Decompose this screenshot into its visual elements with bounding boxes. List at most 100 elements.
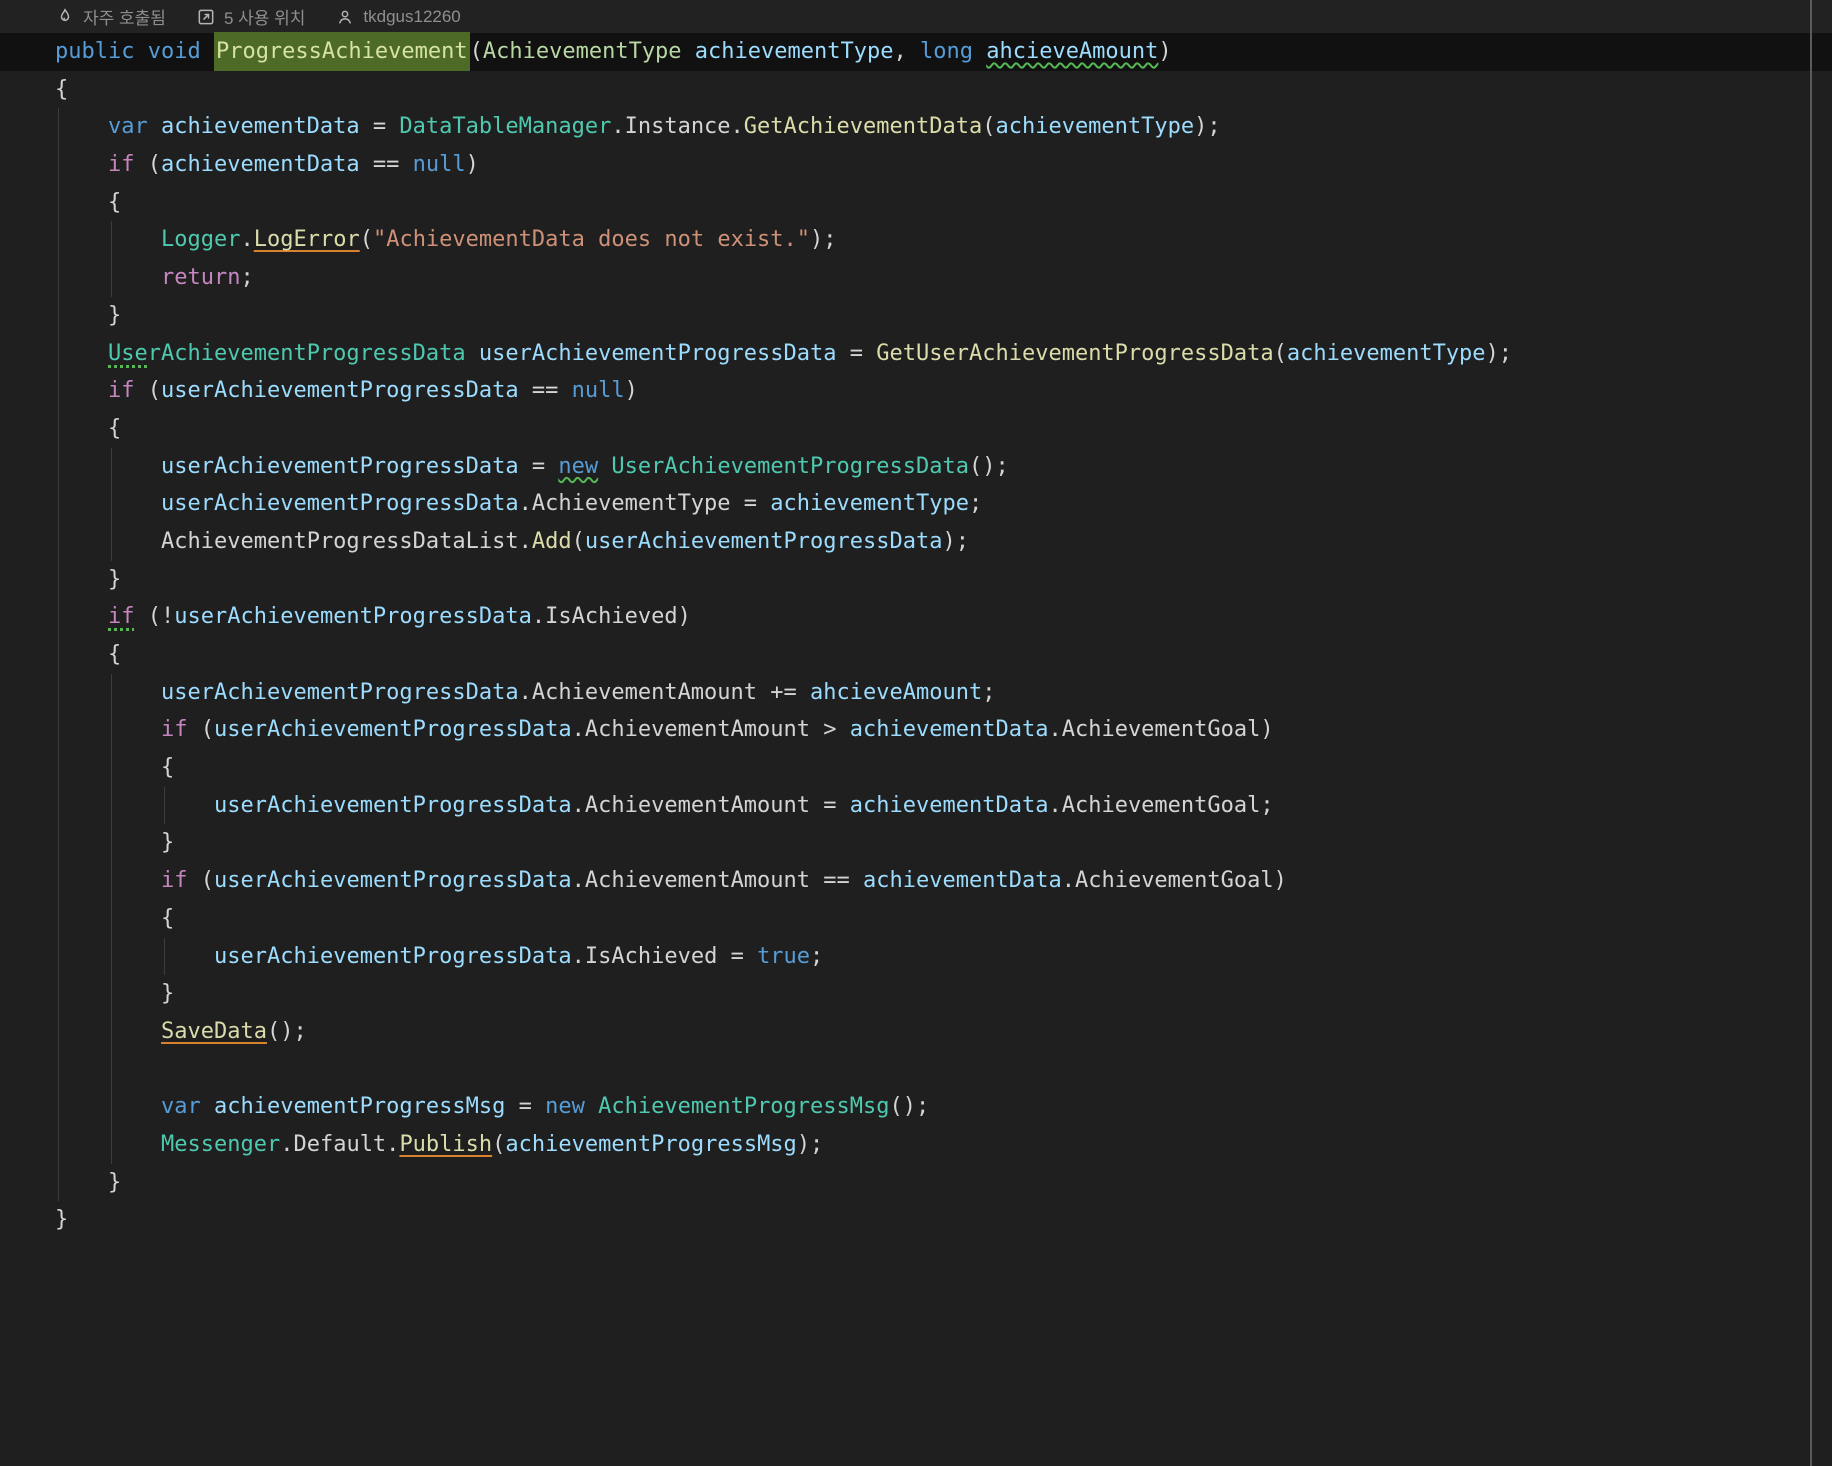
code-token: ( [571,528,585,554]
indent-guide [111,259,112,297]
code-token: .IsAchieved = [571,943,758,969]
code-token: == [359,152,413,178]
code-token: ); [810,227,837,253]
code-token: ; [968,491,983,517]
code-token: .AchievementGoal) [1061,868,1287,894]
code-line[interactable]: { [0,749,1832,787]
code-line[interactable]: var achievementProgressMsg = new Achieve… [0,1088,1832,1126]
code-line[interactable]: AchievementProgressDataList.Add(userAchi… [0,522,1832,561]
code-line[interactable]: } [0,824,1832,863]
code-token: if [161,717,188,743]
code-token: (! [134,604,175,630]
editor[interactable]: public void ProgressAchievement(Achievem… [0,32,1832,1239]
code-line[interactable] [0,1050,1832,1089]
code-token: if [108,604,135,630]
code-token: AchievementProgressMsg [598,1094,890,1120]
code-token: .Default. [280,1131,400,1157]
indent-guide [111,899,112,938]
code-token: Logger [161,227,241,253]
code-line[interactable]: userAchievementProgressData.IsAchieved =… [0,937,1832,976]
code-token: userAchievementProgressData [161,378,519,404]
code-line[interactable]: if (userAchievementProgressData == null) [0,372,1832,410]
code-line[interactable]: { [0,183,1832,222]
code-token: ) [465,152,479,178]
code-token: ); [942,528,970,554]
code-token: ; [810,943,824,969]
right-margin-guide [1810,0,1812,1466]
code-token: LogError [253,227,360,253]
code-line[interactable]: userAchievementProgressData.AchievementA… [0,673,1832,712]
code-line[interactable]: Messenger.Default.Publish(achievementPro… [0,1125,1832,1164]
code-token: Publish [399,1131,493,1157]
indent-guide [111,824,112,863]
code-token: .IsAchieved) [531,604,691,630]
code-token: new [545,1094,599,1120]
code-token: ); [1485,340,1513,366]
indent-guide [111,937,112,976]
code-line[interactable]: { [0,636,1832,674]
code-token: . [240,227,254,253]
code-token: achievementType [995,114,1195,140]
code-line[interactable]: userAchievementProgressData.AchievementT… [0,485,1832,523]
code-line[interactable]: } [0,560,1832,599]
code-token: public void [55,39,214,64]
code-token: var [161,1094,214,1120]
code-token: ahcieveAmount [986,39,1159,64]
code-line[interactable]: userAchievementProgressData = new UserAc… [0,447,1832,486]
code-token: Use [108,340,148,366]
code-line[interactable]: UserAchievementProgressData userAchievem… [0,334,1832,373]
code-line[interactable]: if (userAchievementProgressData.Achievem… [0,862,1832,900]
indent-guide [58,824,59,863]
code-line[interactable]: { [0,409,1832,448]
code-line[interactable]: } [0,296,1832,335]
indent-guide [58,560,59,599]
usages-icon [198,9,214,24]
code-line[interactable]: } [0,975,1832,1013]
indent-guide [58,636,59,674]
code-token: userAchievementProgressData [584,528,943,554]
code-vision-hot-label: 자주 호출됨 [83,9,166,28]
code-token: achievementData [849,792,1049,818]
indent-guide [58,372,59,410]
code-token: achievementData [160,114,360,140]
code-vision-hot[interactable]: 자주 호출됨 [55,4,166,29]
code-token: GetUserAchievementProgressData [876,340,1274,366]
code-vision-usages[interactable]: 5 사용 위치 [196,4,305,29]
code-token: ; [240,265,254,291]
code-token: ProgressAchievement [213,32,470,71]
code-line[interactable]: return; [0,259,1832,297]
code-line[interactable]: var achievementData = DataTableManager.I… [0,108,1832,147]
code-vision-author[interactable]: tkdgus12260 [335,7,461,27]
code-token: ( [134,378,161,404]
code-token: userAchievementProgressData [161,491,519,517]
indent-guide [58,975,59,1013]
code-line[interactable]: if (achievementData == null) [0,146,1832,184]
indent-guide [58,1088,59,1126]
code-line[interactable]: } [0,1163,1832,1202]
code-token: .AchievementGoal; [1048,792,1274,818]
code-line[interactable]: if (userAchievementProgressData.Achievem… [0,711,1832,750]
indent-guide [111,485,112,523]
code-line[interactable]: { [0,899,1832,938]
user-icon [339,10,352,24]
code-vision-usages-label: 5 사용 위치 [223,9,306,28]
code-token: if [161,868,188,894]
code-line[interactable]: } [0,1201,1832,1239]
code-line[interactable]: userAchievementProgressData.AchievementA… [0,786,1832,825]
code-line[interactable]: Logger.LogError("AchievementData does no… [0,221,1832,260]
indent-guide [58,259,59,297]
code-line[interactable]: { [0,71,1832,109]
code-token: .AchievementAmount += [518,679,811,705]
code-token: .AchievementAmount > [571,717,850,743]
indent-guide [58,598,59,636]
code-token: userAchievementProgressData [214,943,572,969]
indent-guide [58,522,59,561]
code-token: } [108,1169,122,1195]
code-line[interactable]: if (!userAchievementProgressData.IsAchie… [0,598,1832,636]
sticky-declaration-line[interactable]: public void ProgressAchievement(Achievem… [0,32,1832,71]
code-token: Messenger [161,1131,281,1157]
indent-guide [58,296,59,335]
code-token: ) [624,378,638,404]
code-line[interactable]: SaveData(); [0,1012,1832,1051]
